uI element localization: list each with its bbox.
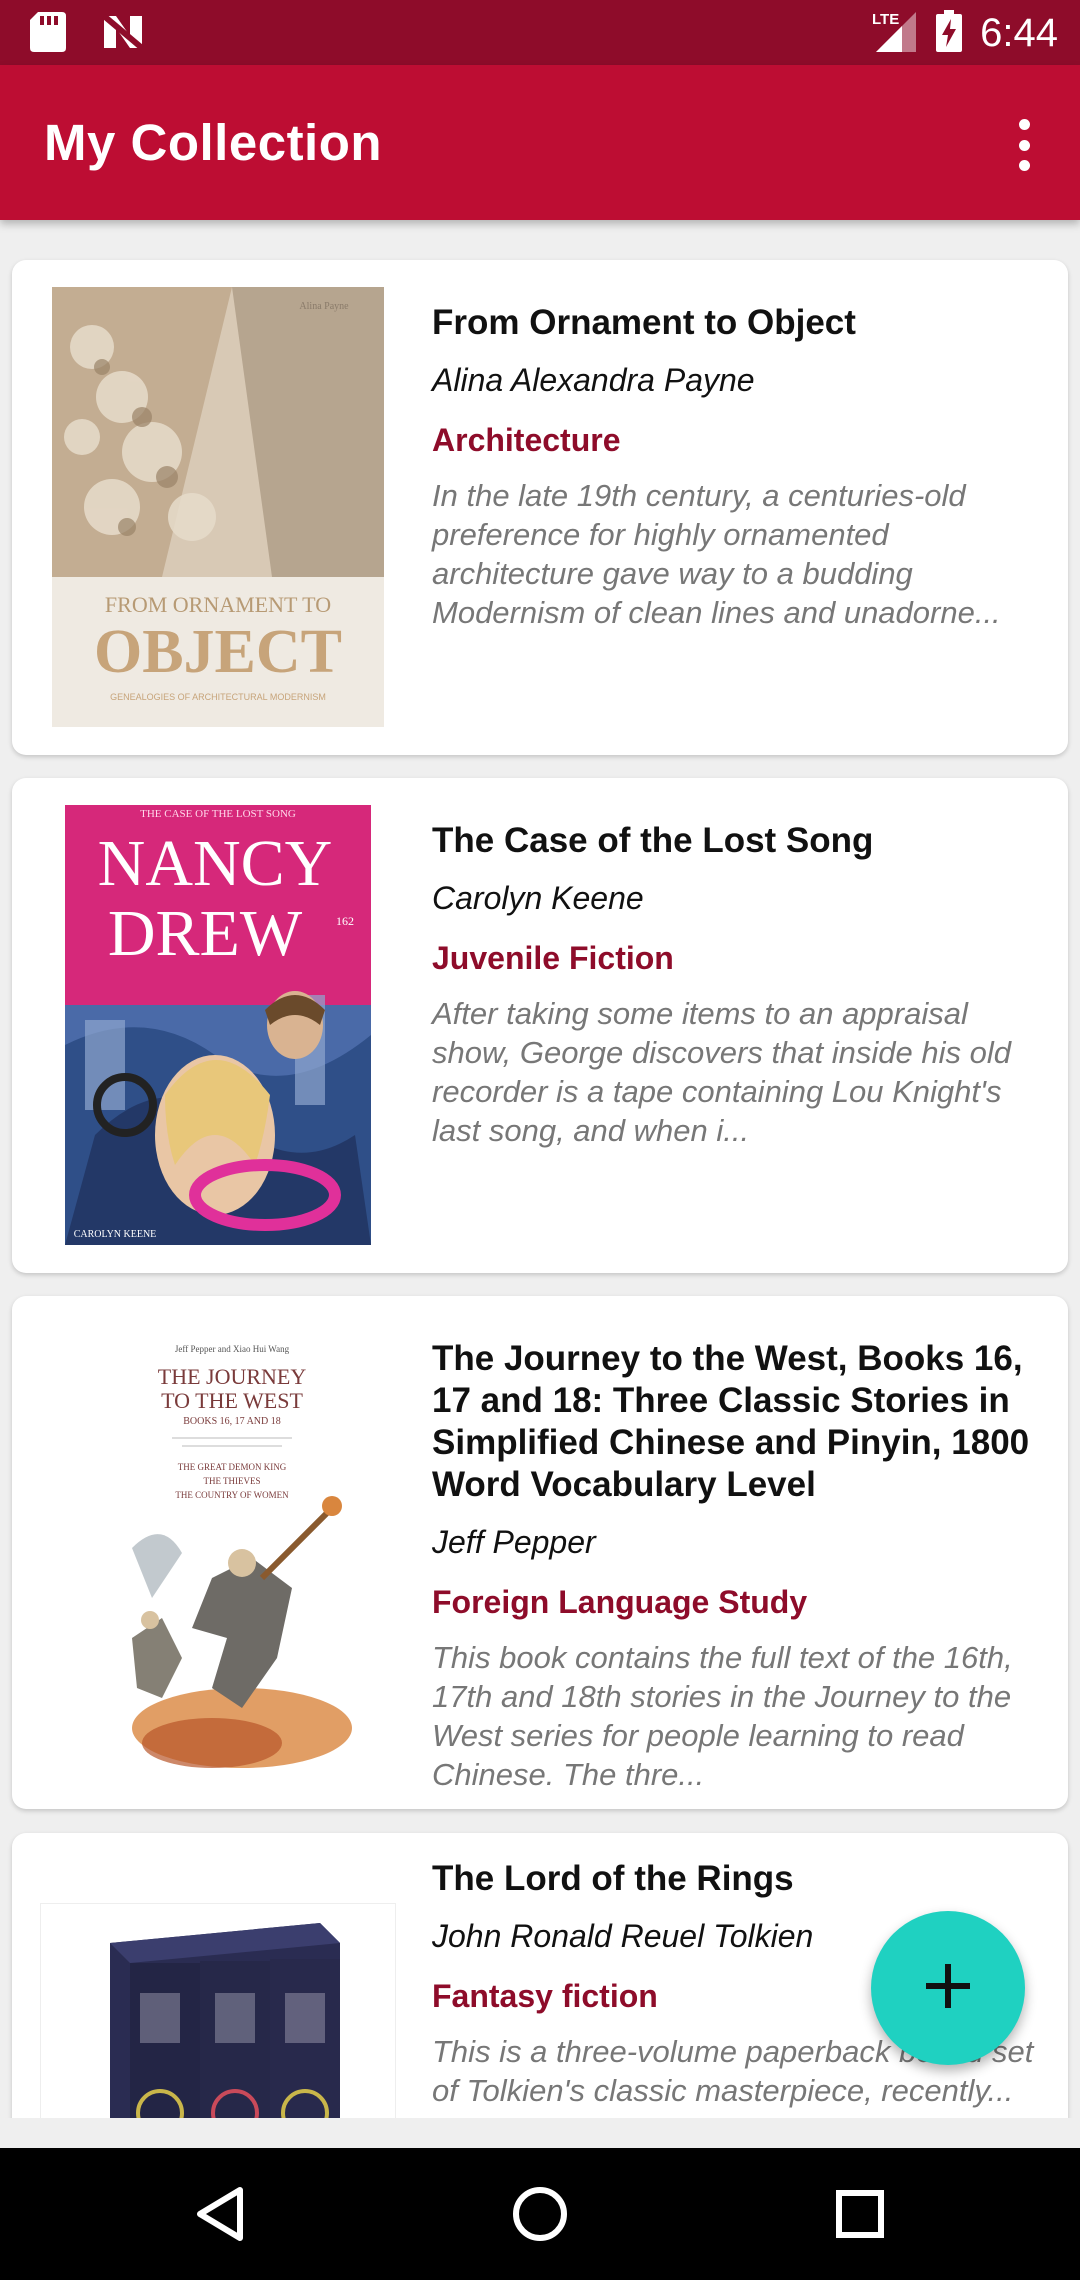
home-icon [512, 2186, 568, 2247]
book-author: Alina Alexandra Payne [432, 362, 755, 398]
cover-line2: TO THE WEST [161, 1388, 303, 1413]
book-title: The Lord of the Rings [432, 1859, 794, 1898]
book-title: The Case of the Lost Song [432, 821, 874, 860]
book-info: The Journey to the West, Books 16, 17 an… [432, 1338, 1052, 1794]
overflow-dot [1018, 160, 1030, 171]
book-card[interactable]: Jeff Pepper and Xiao Hui Wang THE JOURNE… [12, 1296, 1068, 1809]
cover-author-text: CAROLYN KEENE [74, 1229, 157, 1240]
cover-line1: NANCY [98, 827, 333, 900]
book-card[interactable]: THE CASE OF THE LOST SONG NANCY DREW 162… [12, 778, 1068, 1273]
signal-icon: LTE [872, 8, 918, 59]
cover-line1: THE JOURNEY [158, 1364, 307, 1389]
plus-icon [926, 1963, 970, 2013]
status-left-icons [30, 12, 144, 57]
recents-icon [835, 2189, 885, 2244]
book-category: Juvenile Fiction [432, 940, 674, 976]
sd-card-icon [30, 12, 66, 57]
book-author: Jeff Pepper [432, 1524, 596, 1560]
book-info: The Case of the Lost Song Carolyn Keene … [432, 820, 1052, 1150]
cover-number: 162 [336, 914, 354, 928]
book-title: The Journey to the West, Books 16, 17 an… [432, 1339, 1030, 1504]
cover-story-3: THE COUNTRY OF WOMEN [175, 1490, 289, 1500]
notification-n-icon [102, 13, 144, 55]
cover-story-1: THE GREAT DEMON KING [178, 1462, 287, 1472]
status-time: 6:44 [980, 11, 1058, 55]
network-label: LTE [872, 11, 899, 28]
book-description: This book contains the full text of the … [432, 1640, 1013, 1792]
book-author: Carolyn Keene [432, 880, 644, 916]
book-description: After taking some items to an appraisal … [432, 996, 1011, 1148]
cover-line3: GENEALOGIES OF ARCHITECTURAL MODERNISM [110, 692, 326, 702]
status-bar: LTE 6:44 [0, 0, 1080, 65]
recents-button[interactable] [822, 2178, 898, 2254]
back-button[interactable] [182, 2178, 258, 2254]
home-button[interactable] [502, 2178, 578, 2254]
overflow-dot [1018, 139, 1030, 151]
screen: LTE 6:44 My Collection Alina Payne FROM … [0, 0, 1080, 2280]
book-category: Architecture [432, 422, 621, 458]
cover-top-text: THE CASE OF THE LOST SONG [140, 808, 296, 820]
overflow-menu-icon [1018, 119, 1030, 130]
cover-story-2: THE THIEVES [203, 1476, 260, 1486]
overflow-menu-button[interactable] [1004, 113, 1044, 177]
book-list[interactable]: Alina Payne FROM ORNAMENT TO OBJECT GENE… [0, 220, 1080, 2118]
book-cover-image: Jeff Pepper and Xiao Hui Wang THE JOURNE… [92, 1338, 372, 1778]
book-cover-image: Alina Payne FROM ORNAMENT TO OBJECT GENE… [52, 287, 384, 727]
book-info: From Ornament to Object Alina Alexandra … [432, 302, 1052, 632]
cover-line1: FROM ORNAMENT TO [105, 592, 331, 617]
cover-author-text: Alina Payne [299, 301, 349, 312]
page-title: My Collection [44, 114, 383, 171]
add-book-button[interactable] [871, 1911, 1025, 2065]
book-card[interactable]: Alina Payne FROM ORNAMENT TO OBJECT GENE… [12, 260, 1068, 755]
cover-line3: BOOKS 16, 17 AND 18 [183, 1416, 281, 1427]
back-icon [194, 2186, 246, 2247]
book-cover-image [40, 1903, 396, 2118]
book-title: From Ornament to Object [432, 303, 856, 342]
book-category: Foreign Language Study [432, 1584, 808, 1620]
cover-line2: DREW [108, 897, 303, 970]
status-right-icons: LTE 6:44 [872, 8, 1058, 59]
book-cover-image: THE CASE OF THE LOST SONG NANCY DREW 162… [65, 805, 371, 1245]
app-bar: My Collection [0, 65, 1080, 220]
battery-charging-icon [936, 10, 963, 57]
cover-line2: OBJECT [94, 618, 342, 686]
cover-authors-text: Jeff Pepper and Xiao Hui Wang [175, 1344, 290, 1354]
navigation-bar [0, 2148, 1080, 2280]
book-description: In the late 19th century, a centuries-ol… [432, 478, 1001, 630]
